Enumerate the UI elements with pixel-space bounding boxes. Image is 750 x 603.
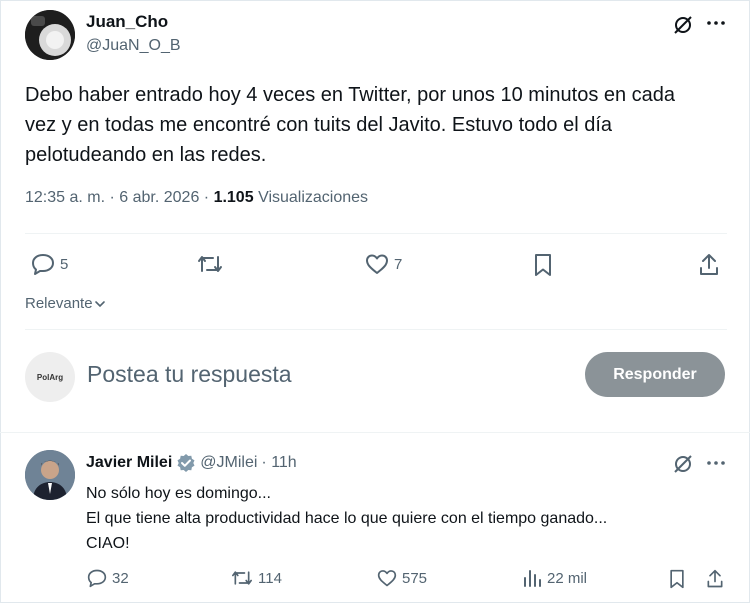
- reply-action[interactable]: 32: [86, 568, 129, 588]
- tweet-text-line: pelotudeando en las redes.: [25, 144, 267, 166]
- tweet-text: Debo haber entrado hoy 4 veces en Twitte…: [25, 80, 675, 170]
- heart-icon: [366, 254, 388, 274]
- reply-action[interactable]: 5: [30, 252, 68, 276]
- reply-author-handle[interactable]: @JMilei: [200, 454, 257, 472]
- like-action[interactable]: 575: [376, 568, 427, 588]
- sort-label: Relevante: [25, 295, 93, 312]
- tweet-text-line: vez y en todas me encontré con tuits del…: [25, 114, 613, 136]
- share-action[interactable]: [697, 252, 721, 278]
- grok-icon[interactable]: [672, 14, 694, 36]
- reply-text-line: No sólo hoy es domingo...: [86, 485, 271, 502]
- retweet-action[interactable]: 114: [230, 568, 282, 588]
- author-display-name[interactable]: Juan_Cho: [86, 12, 168, 32]
- divider: [0, 432, 750, 433]
- reply-text: No sólo hoy es domingo... El que tiene a…: [86, 481, 607, 556]
- reply-author-avatar[interactable]: [25, 450, 75, 500]
- retweet-count: 114: [258, 569, 282, 587]
- heart-icon: [377, 570, 397, 587]
- analytics-icon: [524, 570, 541, 587]
- reply-input[interactable]: Postea tu respuesta: [87, 361, 292, 388]
- bookmark-icon: [535, 254, 551, 276]
- share-action[interactable]: [705, 568, 725, 590]
- like-count: 575: [402, 569, 428, 587]
- tweet-metadata: 12:35 a. m. · 6 abr. 2026 · 1.105 Visual…: [25, 189, 368, 207]
- divider: [25, 233, 727, 234]
- like-action[interactable]: 7: [364, 252, 402, 276]
- reply-text-line: CIAO!: [86, 535, 130, 552]
- retweet-action[interactable]: [196, 252, 224, 276]
- reply-header: Javier Milei @JMilei · 11h: [86, 453, 297, 473]
- verified-badge-icon[interactable]: [176, 453, 196, 473]
- reply-button[interactable]: Responder: [585, 352, 725, 397]
- share-icon: [707, 569, 723, 588]
- composer-avatar-logo: PolArg: [36, 372, 64, 382]
- grok-icon[interactable]: [672, 453, 694, 475]
- bookmark-action[interactable]: [667, 568, 687, 590]
- reply-text-line: El que tiene alta productividad hace lo …: [86, 510, 608, 527]
- retweet-icon: [198, 256, 222, 272]
- reply-author-name[interactable]: Javier Milei: [86, 454, 172, 472]
- sort-dropdown[interactable]: Relevante: [25, 295, 106, 312]
- reply-icon: [87, 569, 107, 588]
- views-count: 1.105: [213, 189, 254, 206]
- views-count: 22 mil: [547, 569, 588, 587]
- more-options-icon[interactable]: [706, 12, 726, 34]
- avatar-image-icon: [25, 10, 75, 60]
- tweet-timestamp[interactable]: 12:35 a. m. · 6 abr. 2026 ·: [25, 189, 214, 206]
- author-handle[interactable]: @JuaN_O_B: [86, 37, 181, 55]
- bookmark-icon: [670, 569, 684, 589]
- reply-icon: [32, 254, 54, 275]
- author-avatar[interactable]: [25, 10, 75, 60]
- divider: [25, 329, 727, 330]
- composer-avatar[interactable]: PolArg: [25, 352, 75, 402]
- views-label[interactable]: Visualizaciones: [258, 189, 368, 206]
- share-icon: [700, 254, 718, 275]
- more-options-icon[interactable]: [706, 452, 726, 474]
- avatar-image-icon: [25, 450, 75, 500]
- reply-count: 5: [60, 255, 69, 273]
- reply-count: 32: [112, 569, 129, 587]
- views-action[interactable]: 22 mil: [521, 568, 587, 588]
- reply-time[interactable]: · 11h: [261, 454, 296, 472]
- chevron-down-icon: [94, 300, 105, 307]
- bookmark-action[interactable]: [531, 252, 555, 278]
- like-count: 7: [394, 255, 403, 273]
- tweet-text-line: Debo haber entrado hoy 4 veces en Twitte…: [25, 84, 676, 106]
- retweet-icon: [232, 571, 253, 585]
